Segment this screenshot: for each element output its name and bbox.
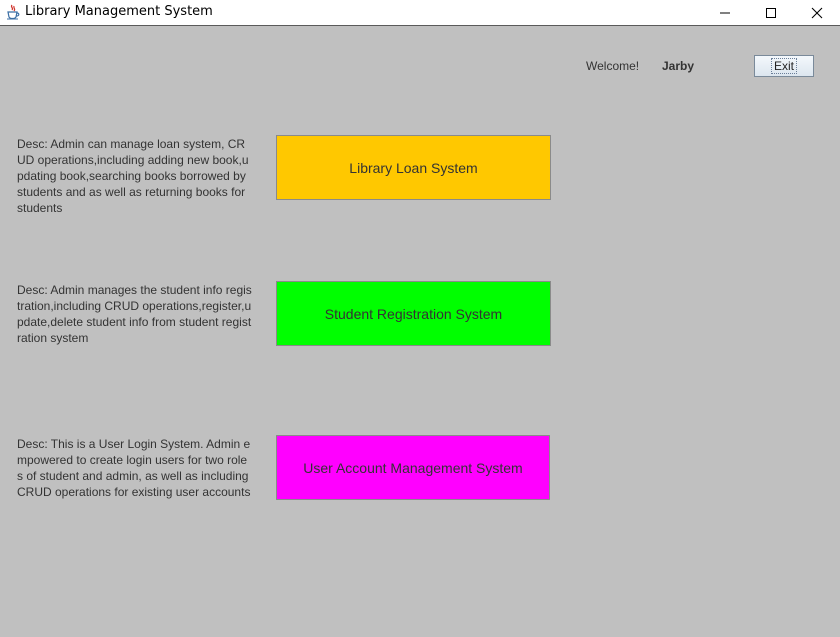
student-registration-description: Desc: Admin manages the student info reg…: [17, 283, 252, 345]
close-icon: [811, 7, 823, 19]
window-title: Library Management System: [25, 4, 213, 19]
maximize-button[interactable]: [748, 0, 794, 26]
library-loan-system-button[interactable]: Library Loan System: [276, 135, 551, 200]
username-label: Jarby: [662, 59, 695, 73]
close-button[interactable]: [794, 0, 840, 26]
maximize-icon: [766, 8, 776, 18]
java-app-icon: [5, 4, 20, 20]
user-account-management-button[interactable]: User Account Management System: [276, 435, 550, 500]
exit-button-label: Exit: [770, 58, 797, 74]
minimize-icon: [720, 12, 730, 14]
user-account-description: Desc: This is a User Login System. Admin…: [17, 437, 251, 499]
loan-system-description: Desc: Admin can manage loan system, CRUD…: [17, 137, 249, 215]
main-panel: Welcome! Jarby Exit Desc: Admin can mana…: [0, 27, 840, 637]
minimize-button[interactable]: [702, 0, 748, 26]
title-bar: Library Management System: [0, 0, 840, 26]
student-registration-system-button[interactable]: Student Registration System: [276, 281, 551, 346]
welcome-label: Welcome!: [586, 59, 640, 73]
exit-button[interactable]: Exit: [754, 55, 814, 77]
